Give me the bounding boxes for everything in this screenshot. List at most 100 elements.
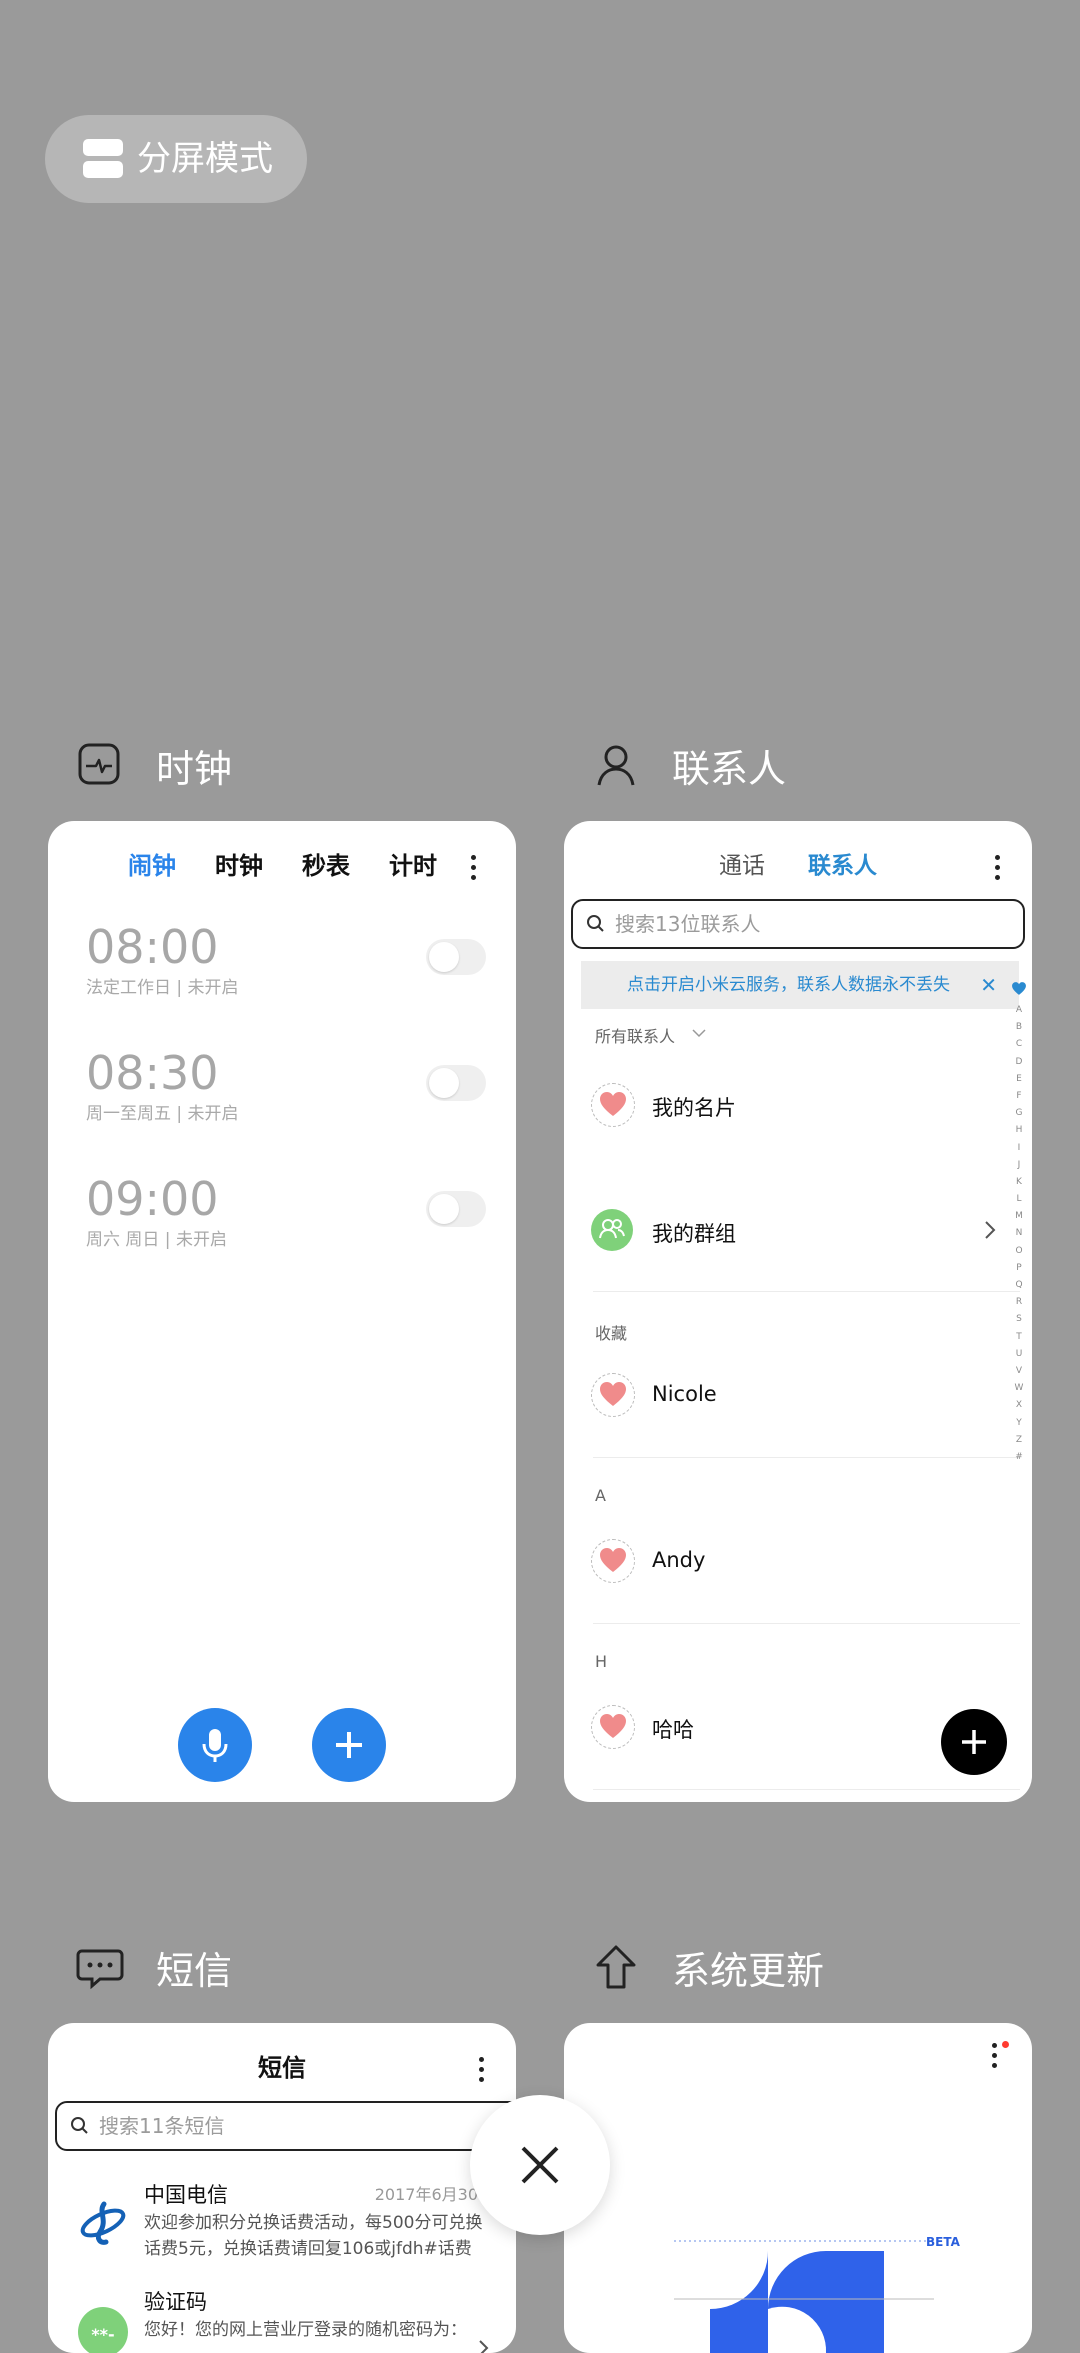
split-screen-button[interactable]: 分屏模式 [45,115,307,203]
tab-alarm[interactable]: 闹钟 [128,841,176,891]
alphabet-index-letter[interactable]: N [1011,1225,1027,1242]
system-update-app-icon [596,1945,636,1989]
system-update-app-header[interactable]: 系统更新 [592,1937,824,1997]
alphabet-index-letter[interactable]: A [1011,1002,1027,1019]
close-icon [521,2146,559,2184]
alphabet-index-letter[interactable]: F [1011,1088,1027,1105]
divider [593,1291,1020,1292]
more-options-icon[interactable] [471,855,477,885]
more-options-icon[interactable] [995,855,1001,885]
search-placeholder: 搜索13位联系人 [615,912,761,936]
china-telecom-logo-icon [78,2198,128,2248]
tab-stopwatch[interactable]: 秒表 [302,841,350,891]
clear-all-button[interactable] [470,2095,610,2235]
alarm-detail: 周一至周五 | 未开启 [86,1104,239,1124]
divider [593,1623,1020,1624]
heart-icon [600,1382,626,1406]
alphabet-index-letter[interactable]: E [1011,1071,1027,1088]
system-update-app-title: 系统更新 [672,1948,825,1993]
system-update-app-card[interactable]: BETA [564,2023,1032,2353]
alphabet-index-letter[interactable]: Y [1011,1415,1027,1432]
alphabet-index-letter[interactable]: L [1011,1191,1027,1208]
contacts-app-card[interactable]: 通话 联系人 搜索13位联系人 点击开启小米云服务，联系人数据永不丢失 ✕ 所有… [564,821,1032,1802]
alphabet-index-letter[interactable]: J [1011,1157,1027,1174]
clock-app-icon [78,743,120,785]
messages-app-card[interactable]: 短信 搜索11条短信 中国电信 2017年6月30日 欢迎参加积分兑换话费活动，… [48,2023,516,2353]
messages-search-input[interactable]: 搜索11条短信 [55,2101,516,2151]
clock-app-title: 时钟 [156,746,233,791]
contacts-app-header[interactable]: 联系人 [592,735,786,795]
alarm-detail: 周六 周日 | 未开启 [86,1230,227,1250]
alphabet-index-letter[interactable]: V [1011,1363,1027,1380]
message-thread[interactable]: 中国电信 2017年6月30日 欢迎参加积分兑换话费活动，每500分可兑换话费5… [48,2180,516,2280]
alphabet-index-letter[interactable]: Q [1011,1277,1027,1294]
messages-header-title: 短信 [258,2054,306,2082]
alarm-item[interactable]: 08:00 法定工作日 | 未开启 [86,919,486,1019]
clock-app-card[interactable]: 闹钟 时钟 秒表 计时 08:00 法定工作日 | 未开启 08:30 周一至周… [48,821,516,1802]
alarm-toggle[interactable] [426,1065,486,1101]
all-contacts-filter[interactable]: 所有联系人 [595,1023,675,1047]
heart-icon [600,1548,626,1572]
message-preview: 欢迎参加积分兑换话费活动，每500分可兑换话费5元，兑换话费请回复106或jfd… [144,2213,483,2259]
messages-app-header[interactable]: 短信 [76,1937,232,1997]
cloud-service-banner[interactable]: 点击开启小米云服务，联系人数据永不丢失 ✕ [581,961,1019,1009]
section-letter-h: H [595,1652,608,1671]
alarm-toggle[interactable] [426,1191,486,1227]
contacts-search-input[interactable]: 搜索13位联系人 [571,899,1025,949]
alphabet-index-letter[interactable]: R [1011,1294,1027,1311]
contacts-app-icon [597,745,635,786]
tab-clock[interactable]: 时钟 [215,841,263,891]
my-groups-item[interactable]: 我的群组 [652,1218,736,1248]
message-thread[interactable]: **- 验证码 您好！您的网上营业厅登录的随机密码为： [48,2287,516,2353]
alphabet-index-letter[interactable]: U [1011,1346,1027,1363]
miui-beta-graphic-icon [674,2240,934,2353]
alphabet-index-letter[interactable]: T [1011,1329,1027,1346]
add-alarm-button[interactable] [312,1708,386,1782]
tab-timer[interactable]: 计时 [389,841,437,891]
alphabet-index-letter[interactable]: X [1011,1397,1027,1414]
alphabet-index-letter[interactable]: O [1011,1243,1027,1260]
favorites-index-icon[interactable] [1011,981,1027,997]
contact-item-andy[interactable]: Andy [652,1548,705,1572]
alphabet-index-letter[interactable]: M [1011,1208,1027,1225]
split-screen-label: 分屏模式 [137,139,273,179]
alarm-time: 08:00 [86,920,219,974]
alphabet-index-letter[interactable]: # [1011,1449,1027,1466]
more-options-icon[interactable] [479,2057,485,2087]
alphabet-index[interactable]: A B C D E F G H I J K L M N O P Q R S T U V W X Y Z # [1011,1002,1027,1466]
alphabet-index-letter[interactable]: D [1011,1054,1027,1071]
alarm-time: 09:00 [86,1172,219,1226]
messages-app-title: 短信 [156,1948,233,1993]
alarm-item[interactable]: 08:30 周一至周五 | 未开启 [86,1045,486,1145]
group-icon [599,1219,625,1239]
alphabet-index-letter[interactable]: W [1011,1380,1027,1397]
tab-calls[interactable]: 通话 [719,841,765,891]
contact-item-nicole[interactable]: Nicole [652,1382,717,1406]
avatar [591,1083,635,1127]
more-options-icon[interactable] [992,2043,998,2073]
voice-alarm-button[interactable] [178,1708,252,1782]
alarm-toggle[interactable] [426,939,486,975]
alphabet-index-letter[interactable]: Z [1011,1432,1027,1449]
split-screen-icon [83,139,123,179]
clock-app-header[interactable]: 时钟 [76,735,232,795]
section-letter-a: A [595,1486,606,1505]
alphabet-index-letter[interactable]: P [1011,1260,1027,1277]
alphabet-index-letter[interactable]: I [1011,1140,1027,1157]
alphabet-index-letter[interactable]: K [1011,1174,1027,1191]
my-card-item[interactable]: 我的名片 [652,1092,736,1122]
plus-icon [962,1730,986,1754]
alphabet-index-letter[interactable]: C [1011,1036,1027,1053]
tab-contacts[interactable]: 联系人 [808,841,877,891]
alarm-item[interactable]: 09:00 周六 周日 | 未开启 [86,1171,486,1271]
chevron-down-icon [692,1029,706,1038]
close-icon[interactable]: ✕ [980,961,997,1009]
alphabet-index-letter[interactable]: S [1011,1311,1027,1328]
clock-tabs: 闹钟 时钟 秒表 计时 [48,841,516,891]
alphabet-index-letter[interactable]: G [1011,1105,1027,1122]
alphabet-index-letter[interactable]: B [1011,1019,1027,1036]
add-contact-button[interactable] [941,1709,1007,1775]
alphabet-index-letter[interactable]: H [1011,1122,1027,1139]
message-preview: 您好！您的网上营业厅登录的随机密码为： [144,2320,467,2340]
contact-item-haha[interactable]: 哈哈 [652,1714,694,1744]
